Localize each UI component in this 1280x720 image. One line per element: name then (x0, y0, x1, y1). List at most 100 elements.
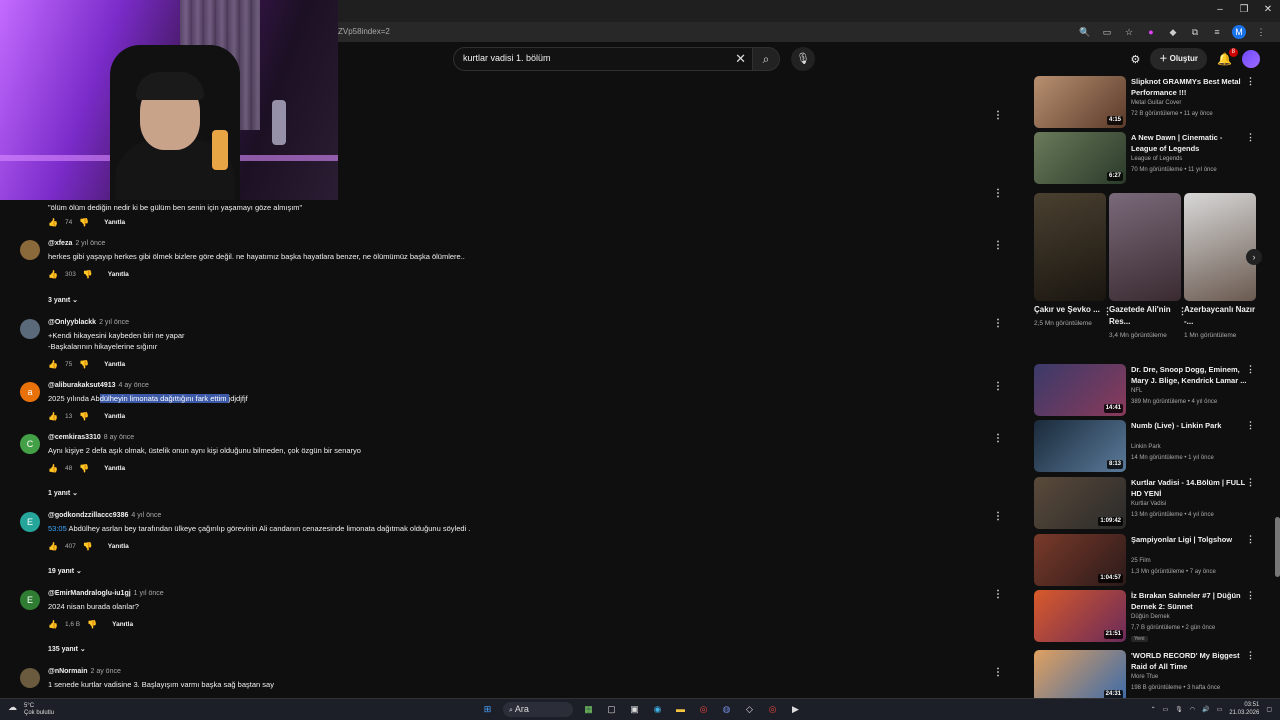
account-avatar[interactable] (1242, 50, 1260, 68)
bookmark-star-icon[interactable]: ☆ (1122, 25, 1136, 39)
battery-icon[interactable]: ▭ (1217, 706, 1223, 713)
discord-icon[interactable]: ◍ (719, 702, 734, 717)
replies-toggle[interactable]: 135 yanıt ⌄ (48, 645, 86, 653)
dislike-icon[interactable]: 👎 (79, 464, 89, 473)
comment-menu-icon[interactable]: ⋮ (993, 511, 1003, 522)
like-icon[interactable]: 👍 (48, 620, 58, 629)
comment-author[interactable]: @xfeza (48, 240, 72, 247)
comment-menu-icon[interactable]: ⋮ (993, 381, 1003, 392)
reply-button[interactable]: Yanıtla (104, 219, 125, 226)
comment-menu-icon[interactable]: ⋮ (993, 589, 1003, 600)
video-thumbnail[interactable]: 8:13 (1034, 420, 1126, 472)
avatar[interactable] (20, 668, 40, 688)
like-icon[interactable]: 👍 (48, 412, 58, 421)
dislike-icon[interactable]: 👎 (83, 542, 93, 551)
extensions-puzzle-icon[interactable]: ⧉ (1188, 25, 1202, 39)
video-title[interactable]: Numb (Live) - Linkin Park (1131, 420, 1247, 431)
video-menu-icon[interactable]: ⋮ (1246, 132, 1255, 143)
comment-menu-icon[interactable]: ⋮ (993, 318, 1003, 329)
reply-button[interactable]: Yanıtla (104, 361, 125, 368)
url-text[interactable]: ZVp58index=2 (338, 25, 390, 39)
volume-icon[interactable]: 🔊 (1202, 706, 1209, 713)
video-thumbnail[interactable]: 6:27 (1034, 132, 1126, 184)
video-title[interactable]: İz Bırakan Sahneler #7 | Düğün Dernek 2:… (1131, 590, 1247, 612)
like-icon[interactable]: 👍 (48, 464, 58, 473)
comment-menu-icon[interactable]: ⋮ (993, 240, 1003, 251)
start-icon[interactable]: ⊞ (480, 702, 495, 717)
create-button[interactable]: ＋ Oluştur (1150, 48, 1208, 70)
comment-author[interactable]: @godkondzzillaccc9386 (48, 512, 128, 519)
video-menu-icon[interactable]: ⋮ (1246, 364, 1255, 375)
comment-time[interactable]: 4 ay önce (119, 382, 149, 389)
video-channel[interactable]: Kurtlar Vadisi (1131, 501, 1166, 507)
mic-tray-icon[interactable]: 🎙 (1175, 706, 1183, 713)
comment-author[interactable]: @nNormain (48, 668, 88, 675)
short-title[interactable]: Çakır ve Şevko ... (1034, 304, 1106, 316)
comment-author[interactable]: @aliburakaksut4913 (48, 382, 116, 389)
video-menu-icon[interactable]: ⋮ (1246, 590, 1255, 601)
video-channel[interactable]: 25 Film (1131, 558, 1151, 564)
reply-button[interactable]: Yanıtla (108, 271, 129, 278)
comment-menu-icon[interactable]: ⋮ (993, 188, 1003, 199)
reply-button[interactable]: Yanıtla (108, 543, 129, 550)
video-thumbnail[interactable]: 1:04:57 (1034, 534, 1126, 586)
like-icon[interactable]: 👍 (48, 542, 58, 551)
short-card[interactable]: Çakır ve Şevko ... 2,5 Mn görüntüleme ⋮ (1034, 193, 1112, 330)
search-box[interactable]: kurtlar vadisi 1. bölüm ✕ (453, 47, 753, 71)
avatar[interactable]: C (20, 434, 40, 454)
dislike-icon[interactable]: 👎 (79, 412, 89, 421)
short-card[interactable]: Azerbaycanlı Nazır -... 1 Mn görüntüleme (1184, 193, 1256, 342)
replies-toggle[interactable]: 1 yanıt ⌄ (48, 489, 78, 497)
search-button[interactable]: ⌕ (752, 47, 780, 71)
clear-search-icon[interactable]: ✕ (735, 51, 746, 67)
video-menu-icon[interactable]: ⋮ (1246, 76, 1255, 87)
comment-time[interactable]: 2 ay önce (91, 668, 121, 675)
avatar[interactable]: E (20, 590, 40, 610)
short-title[interactable]: Azerbaycanlı Nazır -... (1184, 304, 1256, 328)
video-channel[interactable]: Düğün Dernek (1131, 614, 1170, 620)
comment-menu-icon[interactable]: ⋮ (993, 667, 1003, 678)
media-icon[interactable]: ▶ (788, 702, 803, 717)
profile-avatar[interactable]: M (1232, 25, 1246, 39)
video-title[interactable]: Slipknot GRAMMYs Best Metal Performance … (1131, 76, 1247, 98)
avatar[interactable] (20, 240, 40, 260)
timestamp-link[interactable]: 53:05 (48, 524, 67, 533)
zoom-icon[interactable]: 🔍 (1078, 25, 1092, 39)
replies-toggle[interactable]: 3 yanıt ⌄ (48, 296, 78, 304)
wifi-icon[interactable]: ◠ (1190, 706, 1195, 713)
taskbar-search[interactable]: ⌕ Ara (503, 702, 573, 717)
video-thumbnail[interactable]: 14:41 (1034, 364, 1126, 416)
close-icon[interactable]: ✕ (1256, 0, 1280, 20)
file-explorer-icon[interactable]: ▬ (673, 702, 688, 717)
dislike-icon[interactable]: 👎 (87, 620, 97, 629)
video-title[interactable]: Kurtlar Vadisi - 14.Bölüm | FULL HD YENİ (1131, 477, 1247, 499)
cast-icon[interactable]: ▭ (1100, 25, 1114, 39)
extension-icon[interactable]: ● (1144, 25, 1158, 39)
video-thumbnail[interactable]: 21:51 (1034, 590, 1126, 642)
dislike-icon[interactable]: 👎 (83, 270, 93, 279)
comment-time[interactable]: 1 yıl önce (134, 590, 164, 597)
short-thumbnail[interactable] (1109, 193, 1181, 301)
app-icon[interactable]: ▣ (627, 702, 642, 717)
video-title[interactable]: Şampiyonlar Ligi | Tolgshow (1131, 534, 1247, 545)
network-icon[interactable]: ▭ (1163, 706, 1169, 713)
video-channel[interactable]: Linkin Park (1131, 444, 1161, 450)
video-channel[interactable]: Metal Guitar Cover (1131, 100, 1181, 106)
avatar[interactable]: E (20, 512, 40, 532)
replies-toggle[interactable]: 19 yanıt ⌄ (48, 567, 82, 575)
short-thumbnail[interactable] (1184, 193, 1256, 301)
avatar[interactable]: a (20, 382, 40, 402)
comment-menu-icon[interactable]: ⋮ (993, 433, 1003, 444)
comment-time[interactable]: 4 yıl önce (131, 512, 161, 519)
video-title[interactable]: A New Dawn | Cinematic - League of Legen… (1131, 132, 1247, 154)
tray-chevron-icon[interactable]: ⌃ (1151, 706, 1156, 713)
comment-author[interactable]: @Onlyyblackk (48, 319, 96, 326)
video-menu-icon[interactable]: ⋮ (1246, 420, 1255, 431)
minimize-icon[interactable]: – (1208, 0, 1232, 20)
reply-button[interactable]: Yanıtla (112, 621, 133, 628)
comment-menu-icon[interactable]: ⋮ (993, 110, 1003, 121)
video-channel[interactable]: NFL (1131, 388, 1142, 394)
video-thumbnail[interactable]: 4:15 (1034, 76, 1126, 128)
clock[interactable]: 03:51 21.03.2026 (1229, 701, 1259, 717)
widgets-icon[interactable]: ▦ (581, 702, 596, 717)
